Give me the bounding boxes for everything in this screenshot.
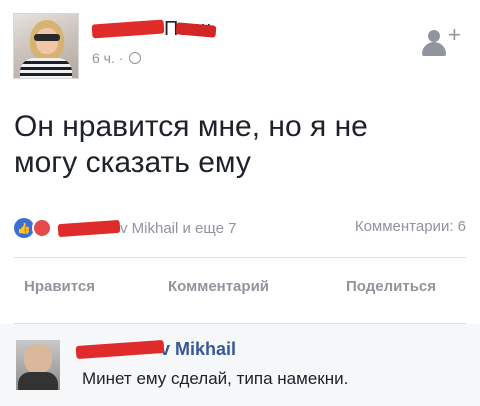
author-name-text: По ш [164, 18, 217, 41]
like-reaction-icon: 👍 [14, 218, 34, 238]
author-avatar[interactable] [13, 13, 79, 79]
add-friend-icon[interactable]: + [422, 24, 466, 60]
facebook-post: По ш 6 ч. · + Он нравится мне, но я не м… [0, 0, 480, 406]
share-button[interactable]: Поделиться [346, 278, 436, 295]
commenter-avatar[interactable] [16, 340, 60, 390]
globe-icon [129, 52, 142, 64]
commenter-name[interactable]: v Mikhail [75, 339, 236, 360]
redaction-mark [75, 339, 165, 360]
comment-text: Минет ему сделай, типа намекни. [82, 369, 349, 388]
like-button[interactable]: Нравится [24, 278, 95, 295]
post-meta: 6 ч. · [92, 50, 142, 66]
comment-button[interactable]: Комментарий [168, 278, 269, 295]
divider [14, 257, 466, 258]
love-reaction-icon [32, 218, 52, 238]
comments-count[interactable]: Комментарии: 6 [355, 218, 466, 235]
redaction-mark [57, 219, 121, 237]
redaction-mark [91, 19, 165, 39]
author-name[interactable]: По ш [91, 16, 217, 42]
post-time[interactable]: 6 ч. · [92, 50, 123, 66]
reactions-bar[interactable]: 👍 v Mikhail и еще 7 Комментарии: 6 [14, 216, 466, 240]
comment: v Mikhail Минет ему сделай, типа намекни… [0, 324, 480, 406]
post-text: Он нравится мне, но я не могу сказать ем… [14, 110, 368, 179]
reaction-names[interactable]: v Mikhail и еще 7 [120, 220, 236, 237]
post-actions: Нравится Комментарий Поделиться [14, 278, 466, 306]
